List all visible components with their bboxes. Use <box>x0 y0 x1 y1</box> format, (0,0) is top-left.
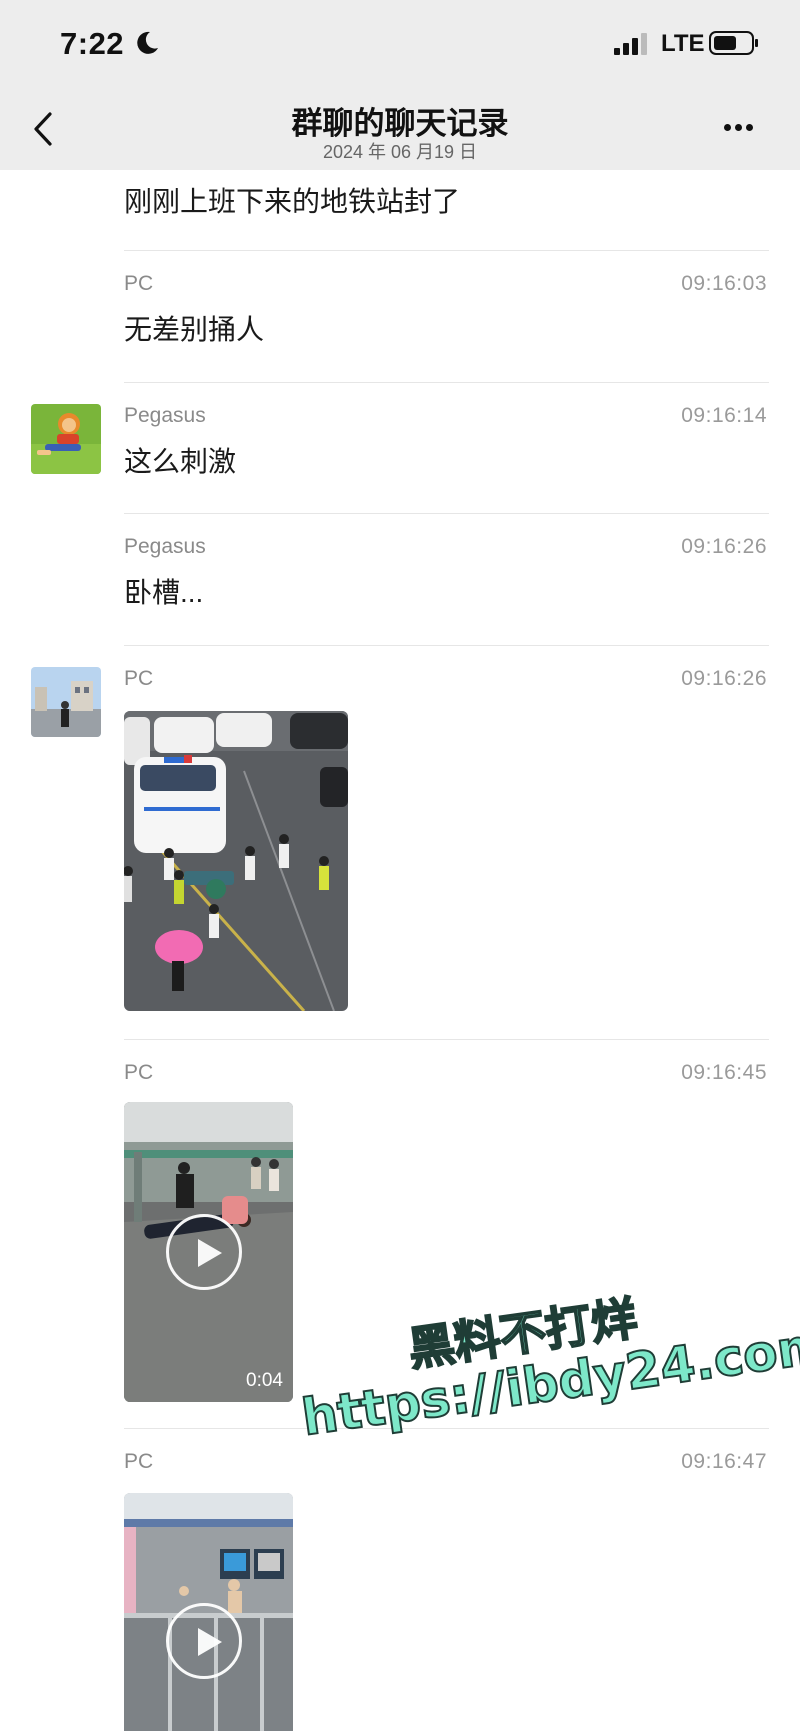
message-text: 这么刺激 <box>124 446 237 477</box>
battery-icon <box>709 31 758 55</box>
page-title: 群聊的聊天记录 <box>291 106 509 141</box>
avatar[interactable] <box>31 404 101 474</box>
message-item[interactable]: PC 09:16:45 0:04 <box>0 1039 800 1429</box>
more-dot-icon <box>746 124 753 131</box>
message-time: 09:16:03 <box>681 272 767 295</box>
signal-icon <box>614 33 647 55</box>
video-duration: 0:04 <box>246 1370 283 1391</box>
message-item[interactable]: Pegasus 09:16:26 卧槽... <box>0 513 800 643</box>
message-time: 09:16:26 <box>681 667 767 690</box>
message-item[interactable]: PC 09:16:26 <box>0 645 800 1045</box>
sender-name: PC <box>124 1450 154 1473</box>
message-time: 09:16:45 <box>681 1061 767 1084</box>
sender-name: PC <box>124 667 154 690</box>
more-options-button[interactable] <box>724 118 764 138</box>
status-time: 7:22 <box>60 26 125 61</box>
message-time: 09:16:26 <box>681 535 767 558</box>
sender-name: Pegasus <box>124 535 206 558</box>
message-text: 刚刚上班下来的地铁站封了 <box>124 186 461 217</box>
message-item[interactable]: PC 09:16:47 <box>0 1428 800 1731</box>
play-icon[interactable] <box>166 1603 242 1679</box>
message-item[interactable]: PC 09:16:03 无差别捅人 <box>0 250 800 380</box>
nav-bar: 群聊的聊天记录 2024 年 06 月19 日 <box>0 88 800 170</box>
video-thumbnail[interactable]: 0:04 <box>124 1102 293 1402</box>
page-subtitle: 2024 年 06 月19 日 <box>322 142 478 162</box>
avatar[interactable] <box>31 667 101 737</box>
more-dot-icon <box>724 124 731 131</box>
image-thumbnail[interactable] <box>124 711 348 1011</box>
sender-name: PC <box>124 1061 154 1084</box>
play-icon[interactable] <box>166 1214 242 1290</box>
message-text: 卧槽... <box>124 577 204 608</box>
chat-history-list[interactable]: 刚刚上班下来的地铁站封了 PC 09:16:03 无差别捅人 Pegasus 0… <box>0 170 800 1731</box>
message-text: 无差别捅人 <box>124 314 265 345</box>
sender-name: Pegasus <box>124 404 206 427</box>
more-dot-icon <box>735 124 742 131</box>
status-bar: 7:22 LTE <box>0 0 800 88</box>
sender-name: PC <box>124 272 154 295</box>
moon-icon <box>137 31 158 54</box>
message-time: 09:16:14 <box>681 404 767 427</box>
video-thumbnail[interactable] <box>124 1493 293 1731</box>
message-item[interactable]: Pegasus 09:16:14 这么刺激 <box>0 382 800 512</box>
message-time: 09:16:47 <box>681 1450 767 1473</box>
network-label: LTE <box>661 30 705 57</box>
